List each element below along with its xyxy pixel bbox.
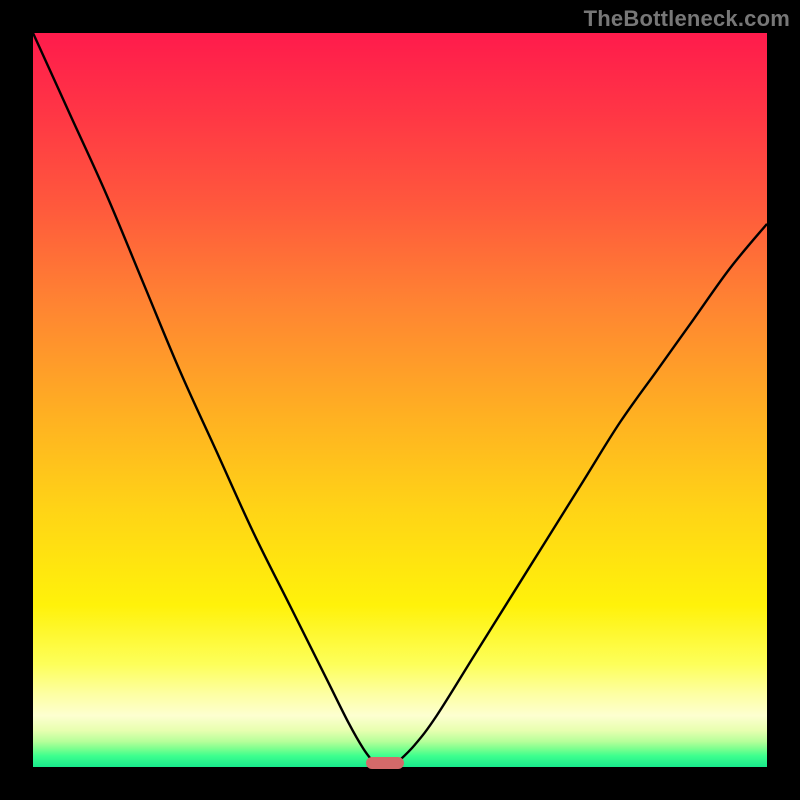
curve-right-branch <box>396 224 767 763</box>
watermark-text: TheBottleneck.com <box>584 6 790 32</box>
curve-left-branch <box>33 33 374 763</box>
bottleneck-curve <box>33 33 767 767</box>
minimum-marker <box>366 757 404 769</box>
plot-area <box>33 33 767 767</box>
chart-frame: TheBottleneck.com <box>0 0 800 800</box>
